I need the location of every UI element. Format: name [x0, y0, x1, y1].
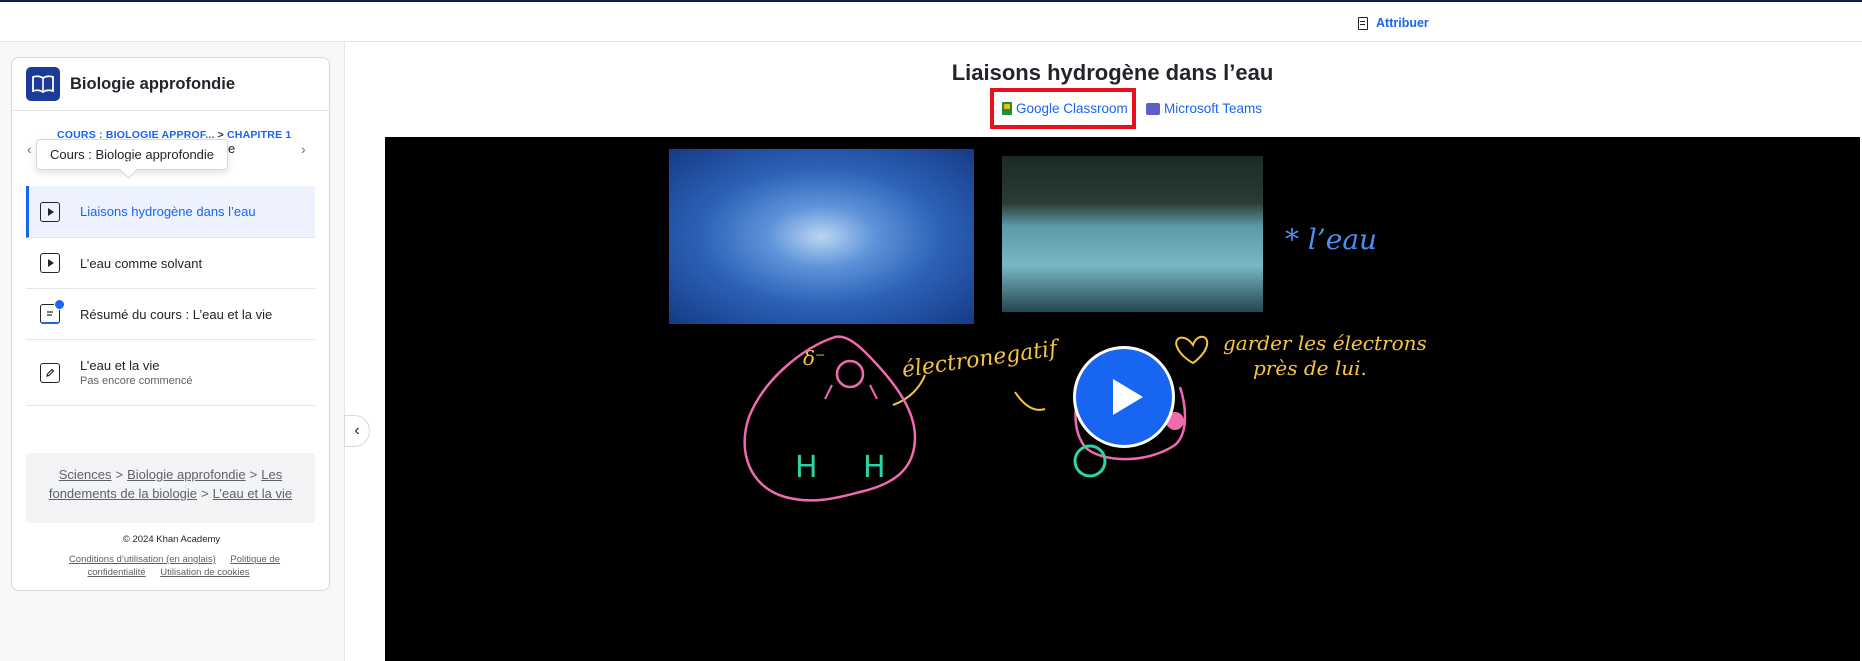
completed-check-icon	[54, 299, 65, 310]
assignment-icon	[1358, 16, 1368, 30]
course-tooltip: Cours : Biologie approfondie	[36, 139, 228, 170]
lesson-text: L’eau et la vie Pas encore commencé	[80, 358, 193, 387]
video-player[interactable]: * l’eau δ⁻ électronegatif garder les éle…	[385, 137, 1860, 661]
lesson-label: L’eau comme solvant	[80, 255, 203, 271]
annotation-hydrogen-2: H	[863, 450, 886, 485]
share-row: Google Classroom Microsoft Teams	[990, 88, 1262, 129]
lesson-item-exercise[interactable]: L’eau et la vie Pas encore commencé	[26, 340, 315, 406]
google-classroom-icon	[1002, 102, 1012, 115]
google-classroom-label: Google Classroom	[1016, 101, 1128, 116]
lesson-item-summary[interactable]: Résumé du cours : L’eau et la vie	[26, 289, 315, 340]
page-title: Liaisons hydrogène dans l’eau	[951, 60, 1274, 85]
video-play-icon	[40, 253, 60, 273]
next-unit-chevron-icon[interactable]: ›	[301, 141, 306, 157]
collapse-sidebar-button[interactable]: ‹	[344, 415, 370, 447]
book-icon	[26, 67, 60, 101]
play-icon	[1113, 379, 1143, 415]
annotation-hydrogen-1: H	[795, 450, 818, 485]
microsoft-teams-button[interactable]: Microsoft Teams	[1146, 101, 1262, 116]
lesson-label: L’eau et la vie	[80, 358, 160, 373]
pencil-icon	[40, 362, 60, 383]
top-bar: Attribuer	[0, 0, 1862, 42]
breadcrumb-separator: >	[249, 467, 258, 482]
assign-label: Attribuer	[1376, 16, 1429, 30]
previous-unit-chevron-icon[interactable]: ‹	[27, 141, 32, 157]
annotation-garder-line1: garder les électrons	[1223, 331, 1427, 355]
chevron-left-icon: ‹	[354, 422, 360, 439]
microsoft-teams-icon	[1146, 102, 1160, 115]
copyright: © 2024 Khan Academy	[122, 534, 221, 545]
terms-link[interactable]: Conditions d’utilisation (en anglais)	[69, 554, 216, 565]
course-header[interactable]: Biologie approfondie	[12, 58, 329, 111]
annotation-eau: * l’eau	[1285, 223, 1377, 256]
lesson-label: Résumé du cours : L’eau et la vie	[80, 306, 273, 322]
unit-title: e	[228, 141, 236, 156]
play-button[interactable]	[1073, 346, 1175, 448]
breadcrumb-course[interactable]: Biologie approfondie	[127, 467, 246, 482]
course-card: Biologie approfondie COURS : BIOLOGIE AP…	[11, 57, 330, 591]
topic-breadcrumb: Sciences > Biologie approfondie > Les fondem…	[26, 453, 315, 523]
lesson-item-water-solvent[interactable]: L’eau comme solvant	[26, 238, 315, 289]
breadcrumb-sciences[interactable]: Sciences	[59, 467, 112, 482]
left-sidebar: Biologie approfondie COURS : BIOLOGIE AP…	[0, 42, 345, 661]
assign-button[interactable]: Attribuer	[1358, 13, 1429, 33]
video-play-icon	[40, 201, 60, 222]
microsoft-teams-label: Microsoft Teams	[1164, 101, 1263, 116]
article-icon	[40, 299, 65, 324]
cookies-link[interactable]: Utilisation de cookies	[160, 567, 249, 578]
breadcrumb-lesson[interactable]: L’eau et la vie	[213, 486, 293, 501]
sidebar-footer: © 2024 Khan Academy Conditions d’utilisa…	[12, 534, 329, 579]
footer-links: Conditions d’utilisation (en anglais) Po…	[12, 553, 329, 579]
google-classroom-button[interactable]: Google Classroom	[990, 88, 1136, 129]
breadcrumb-separator: >	[115, 467, 124, 482]
annotation-garder-line2: près de lui.	[1253, 356, 1367, 380]
crumb-unit-link[interactable]: CHAPITRE 1	[227, 129, 291, 141]
course-title: Biologie approfondie	[70, 74, 235, 93]
lesson-label: Liaisons hydrogène dans l’eau	[80, 204, 256, 219]
lesson-item-hydrogen-bonds[interactable]: Liaisons hydrogène dans l’eau	[26, 186, 315, 238]
breadcrumb-separator: >	[201, 486, 209, 501]
lesson-status: Pas encore commencé	[80, 375, 193, 387]
